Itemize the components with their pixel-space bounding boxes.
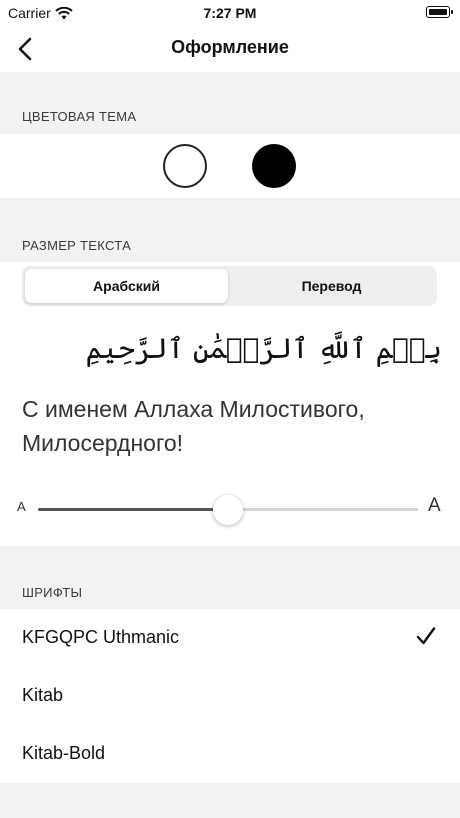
- text-size-panel: Арабский Перевод بِسۡمِ ٱللَّهِ ٱلرَّحۡم…: [0, 262, 460, 546]
- font-item-label: Kitab: [22, 685, 64, 705]
- segment-translation[interactable]: Перевод: [229, 269, 434, 303]
- text-size-slider-thumb[interactable]: [213, 495, 243, 525]
- font-item-kitab[interactable]: Kitab: [0, 667, 460, 725]
- section-header-color-theme: ЦВЕТОВАЯ ТЕМА: [22, 109, 137, 124]
- text-size-slider-fill: [38, 508, 228, 511]
- page-title: Оформление: [171, 37, 289, 57]
- arabic-preview-text: بِسۡمِ ٱللَّهِ ٱلرَّحۡمَٰنِ ٱلرَّحِيمِ: [85, 332, 442, 365]
- theme-light-option[interactable]: [163, 144, 207, 188]
- font-item-kitab-bold[interactable]: Kitab-Bold: [0, 725, 460, 783]
- font-item-kfgqpc-uthmanic[interactable]: KFGQPC Uthmanic: [0, 609, 460, 667]
- fonts-panel: KFGQPC Uthmanic Kitab Kitab-Bold: [0, 609, 460, 783]
- slider-max-label: A: [428, 495, 441, 516]
- battery-icon: [426, 6, 453, 18]
- translation-preview-text: С именем Аллаха Милостивого, Милосердног…: [22, 396, 365, 456]
- language-segmented-control: Арабский Перевод: [22, 266, 437, 306]
- color-theme-panel: [0, 134, 460, 198]
- slider-min-label: A: [17, 499, 26, 514]
- section-header-fonts: ШРИФТЫ: [22, 585, 83, 600]
- navigation-bar: Оформление: [0, 26, 460, 72]
- checkmark-icon: [416, 627, 436, 645]
- section-header-text-size: РАЗМЕР ТЕКСТА: [22, 238, 132, 253]
- font-item-label: KFGQPC Uthmanic: [22, 627, 180, 647]
- status-bar: Carrier 7:27 PM: [0, 0, 460, 26]
- font-item-label: Kitab-Bold: [22, 743, 106, 763]
- segment-arabic[interactable]: Арабский: [25, 269, 228, 303]
- theme-dark-option[interactable]: [252, 144, 296, 188]
- clock: 7:27 PM: [203, 5, 257, 21]
